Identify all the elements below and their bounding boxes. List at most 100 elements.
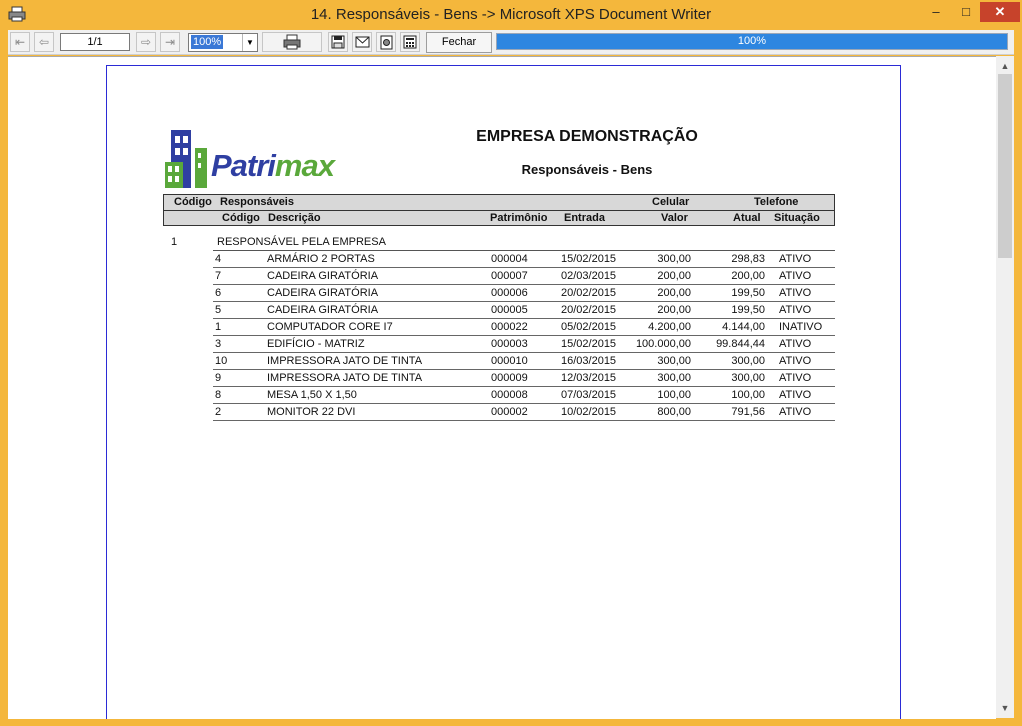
header-valor: Valor	[661, 212, 688, 224]
cell-descricao: COMPUTADOR CORE I7	[267, 321, 393, 333]
cell-entrada: 07/03/2015	[561, 389, 617, 401]
cell-entrada: 20/02/2015	[561, 304, 617, 316]
cell-patrimonio: 000004	[491, 253, 528, 265]
cell-entrada: 16/03/2015	[561, 355, 617, 367]
cell-situacao: ATIVO	[779, 304, 812, 316]
cell-valor: 100.000,00	[635, 338, 691, 350]
table-row: 2 MONITOR 22 DVI 000002 10/02/2015 800,00 791…	[213, 404, 835, 421]
page-indicator-input[interactable]: 1/1	[60, 33, 130, 51]
table-row: 6 CADEIRA GIRATÓRIA 000006 20/02/2015 200,00…	[213, 285, 835, 302]
header-codigo-bem: Código	[222, 212, 260, 224]
cell-descricao: EDIFÍCIO - MATRIZ	[267, 338, 365, 350]
table-row: 10 IMPRESSORA JATO DE TINTA 000010 16/03/20…	[213, 353, 835, 370]
header-situacao: Situação	[774, 212, 820, 224]
table-header: Código Responsáveis Celular Telefone Cód…	[163, 194, 835, 226]
cell-valor: 800,00	[657, 406, 691, 418]
table-row: 5 CADEIRA GIRATÓRIA 000005 20/02/2015 200,00…	[213, 302, 835, 319]
cell-entrada: 15/02/2015	[561, 338, 617, 350]
cell-atual: 300,00	[731, 372, 765, 384]
cell-atual: 791,56	[731, 406, 765, 418]
cell-entrada: 15/02/2015	[561, 253, 617, 265]
cell-descricao: MESA 1,50 X 1,50	[267, 389, 357, 401]
cell-valor: 200,00	[657, 304, 691, 316]
cell-valor: 300,00	[657, 372, 691, 384]
cell-descricao: CADEIRA GIRATÓRIA	[267, 270, 379, 282]
vertical-scrollbar[interactable]: ▲ ▼	[996, 56, 1014, 718]
table-row: 1 COMPUTADOR CORE I7 000022 05/02/2015 4.200…	[213, 319, 835, 336]
cell-codigo: 5	[215, 304, 222, 316]
cell-descricao: MONITOR 22 DVI	[267, 406, 356, 418]
header-divider	[164, 210, 834, 211]
cell-situacao: ATIVO	[779, 355, 812, 367]
fechar-button[interactable]: Fechar	[426, 32, 492, 53]
window-title: 14. Responsáveis - Bens -> Microsoft XPS…	[310, 6, 712, 23]
print-button[interactable]	[262, 32, 322, 52]
cell-atual: 100,00	[731, 389, 765, 401]
maximize-button[interactable]: □	[952, 2, 980, 22]
cell-atual: 199,50	[731, 287, 765, 299]
close-button[interactable]: ✕	[980, 2, 1020, 22]
chevron-down-icon[interactable]: ▼	[242, 34, 257, 51]
print-setup-button[interactable]	[376, 32, 396, 52]
cell-patrimonio: 000022	[491, 321, 528, 333]
cell-codigo: 4	[215, 253, 222, 265]
zoom-select[interactable]: 100% ▼	[188, 33, 258, 52]
calculator-icon	[403, 35, 417, 49]
cell-valor: 100,00	[657, 389, 691, 401]
header-entrada: Entrada	[564, 212, 605, 224]
cell-entrada: 10/02/2015	[561, 406, 617, 418]
cell-atual: 4.144,00	[722, 321, 765, 333]
cell-codigo: 6	[215, 287, 222, 299]
cell-patrimonio: 000009	[491, 372, 528, 384]
cell-entrada: 12/03/2015	[561, 372, 617, 384]
header-telefone: Telefone	[754, 196, 799, 208]
email-icon	[355, 36, 369, 48]
cell-situacao: ATIVO	[779, 406, 812, 418]
cell-situacao: ATIVO	[779, 338, 812, 350]
calculator-button[interactable]	[400, 32, 420, 52]
header-responsaveis: Responsáveis	[220, 196, 294, 208]
header-atual: Atual	[733, 212, 761, 224]
cell-situacao: ATIVO	[779, 253, 812, 265]
cell-valor: 300,00	[657, 253, 691, 265]
cell-descricao: IMPRESSORA JATO DE TINTA	[267, 355, 423, 367]
next-page-button[interactable]: ⇨	[136, 32, 156, 52]
report-title: Responsáveis - Bens	[521, 162, 653, 177]
report-page: Patrimax EMPRESA DEMONSTRAÇÃO Responsáve…	[106, 65, 901, 719]
patrimax-logo: Patrimax	[165, 128, 341, 190]
scroll-up-icon[interactable]: ▲	[996, 58, 1014, 74]
save-button[interactable]	[328, 32, 348, 52]
group-code: 1	[171, 236, 178, 248]
scroll-thumb[interactable]	[998, 74, 1012, 258]
last-page-button[interactable]: ⇥	[160, 32, 180, 52]
scroll-down-icon[interactable]: ▼	[996, 700, 1014, 716]
cell-patrimonio: 000008	[491, 389, 528, 401]
title-bar[interactable]: 14. Responsáveis - Bens -> Microsoft XPS…	[0, 0, 1022, 30]
header-patrimonio: Patrimônio	[490, 212, 548, 224]
table-row: 7 CADEIRA GIRATÓRIA 000007 02/03/2015 200,00…	[213, 268, 835, 285]
cell-atual: 300,00	[731, 355, 765, 367]
document-viewport[interactable]: Patrimax EMPRESA DEMONSTRAÇÃO Responsáve…	[8, 56, 996, 719]
prev-page-button[interactable]: ⇦	[34, 32, 54, 52]
cell-descricao: ARMÁRIO 2 PORTAS	[267, 253, 375, 265]
minimize-button[interactable]: –	[922, 2, 950, 22]
zoom-value: 100%	[191, 35, 224, 49]
app-window: 14. Responsáveis - Bens -> Microsoft XPS…	[0, 0, 1022, 726]
cell-situacao: ATIVO	[779, 287, 812, 299]
table-row: 4 ARMÁRIO 2 PORTAS 000004 15/02/2015 300,00 2…	[213, 251, 835, 268]
header-codigo: Código	[174, 196, 212, 208]
cell-entrada: 02/03/2015	[561, 270, 617, 282]
cell-patrimonio: 000005	[491, 304, 528, 316]
table-row: 3 EDIFÍCIO - MATRIZ 000003 15/02/2015 100.00…	[213, 336, 835, 353]
logo-wordmark: Patrimax	[211, 148, 335, 183]
cell-valor: 4.200,00	[648, 321, 691, 333]
cell-codigo: 1	[215, 321, 222, 333]
first-page-button[interactable]: ⇤	[10, 32, 30, 52]
cell-patrimonio: 000010	[491, 355, 528, 367]
table-row: 8 MESA 1,50 X 1,50 000008 07/03/2015 100,00 1…	[213, 387, 835, 404]
first-page-icon: ⇤	[14, 35, 26, 49]
cell-valor: 200,00	[657, 270, 691, 282]
cell-descricao: IMPRESSORA JATO DE TINTA	[267, 372, 423, 384]
email-button[interactable]	[352, 32, 372, 52]
cell-patrimonio: 000006	[491, 287, 528, 299]
